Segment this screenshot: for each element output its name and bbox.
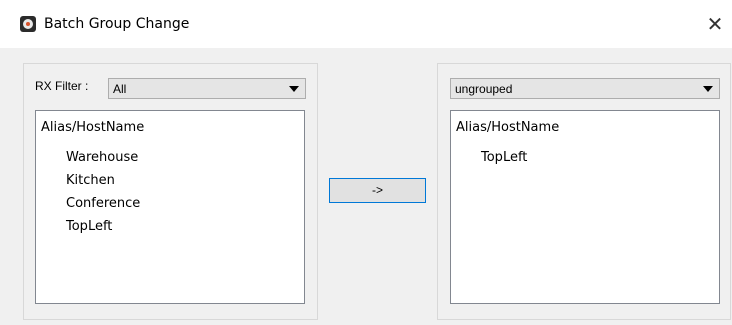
title-bar: Batch Group Change ✕ bbox=[0, 0, 732, 48]
source-list[interactable]: Alias/HostName Warehouse Kitchen Confere… bbox=[35, 110, 305, 304]
dropdown-arrow-icon bbox=[289, 86, 299, 92]
list-item[interactable]: TopLeft bbox=[481, 146, 527, 169]
source-list-items: Warehouse Kitchen Conference TopLeft bbox=[66, 146, 140, 238]
rx-filter-label: RX Filter : bbox=[35, 79, 89, 93]
rx-filter-value: All bbox=[113, 82, 127, 96]
window-title: Batch Group Change bbox=[44, 16, 190, 32]
group-dropdown[interactable]: ungrouped bbox=[450, 78, 720, 99]
dialog-body: RX Filter : All Alias/HostName Warehouse… bbox=[0, 48, 732, 325]
source-list-header: Alias/HostName bbox=[41, 120, 145, 135]
group-value: ungrouped bbox=[455, 82, 513, 96]
list-item[interactable]: Conference bbox=[66, 192, 140, 215]
move-right-button[interactable]: -> bbox=[329, 178, 426, 203]
target-list-items: TopLeft bbox=[481, 146, 527, 169]
list-item[interactable]: Kitchen bbox=[66, 169, 140, 192]
app-icon bbox=[20, 16, 36, 32]
rx-filter-dropdown[interactable]: All bbox=[108, 78, 306, 99]
list-item[interactable]: Warehouse bbox=[66, 146, 140, 169]
target-list[interactable]: Alias/HostName TopLeft bbox=[450, 110, 720, 304]
dropdown-arrow-icon bbox=[703, 86, 713, 92]
list-item[interactable]: TopLeft bbox=[66, 215, 140, 238]
target-panel: ungrouped Alias/HostName TopLeft bbox=[437, 63, 731, 320]
close-button[interactable]: ✕ bbox=[700, 9, 730, 39]
target-list-header: Alias/HostName bbox=[456, 120, 560, 135]
source-panel: RX Filter : All Alias/HostName Warehouse… bbox=[23, 63, 318, 320]
